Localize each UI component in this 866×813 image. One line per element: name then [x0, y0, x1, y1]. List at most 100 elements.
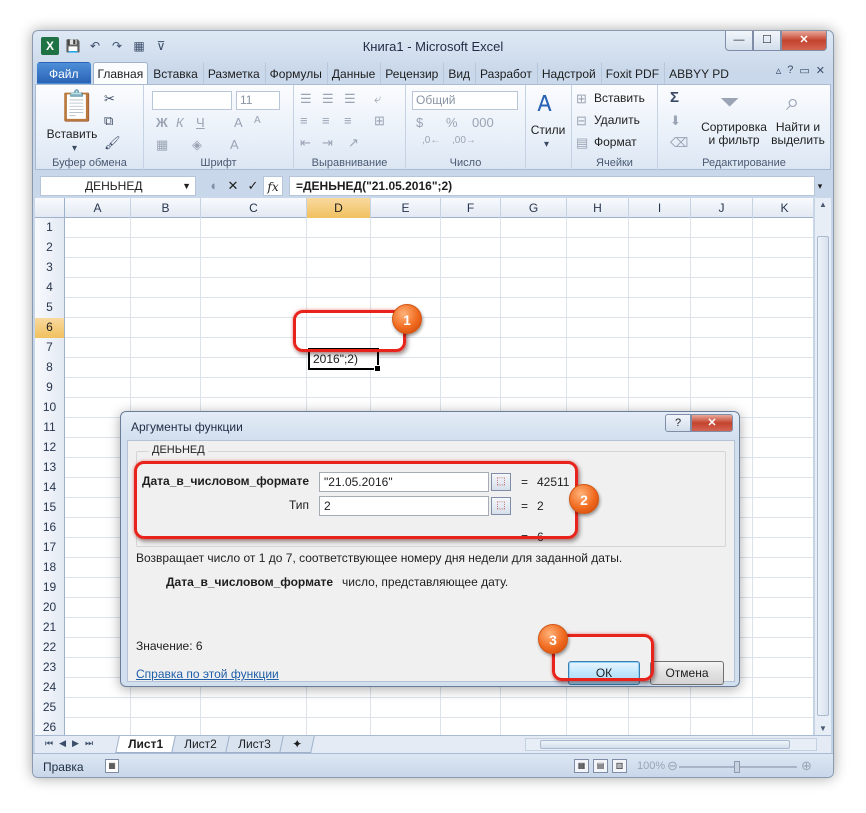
grid-cell[interactable] — [753, 458, 813, 477]
grid-cell[interactable] — [501, 258, 567, 277]
row-header[interactable]: 10 — [35, 398, 65, 418]
function-help-link[interactable]: Справка по этой функции — [136, 667, 279, 681]
grid-cell[interactable] — [629, 698, 691, 717]
grid-cell[interactable] — [201, 278, 307, 297]
insert-function-icon[interactable]: fx — [263, 176, 283, 196]
grid-cell[interactable] — [567, 358, 629, 377]
grid-cell[interactable] — [629, 318, 691, 337]
grid-cell[interactable] — [441, 338, 501, 357]
find-select-icon[interactable]: ⌕ — [786, 89, 799, 117]
grid-cell[interactable] — [753, 318, 813, 337]
grid-cell[interactable] — [753, 518, 813, 537]
italic-icon[interactable]: К — [176, 115, 184, 130]
zoom-slider[interactable] — [679, 761, 797, 773]
grid-cell[interactable] — [501, 318, 567, 337]
grid-cell[interactable] — [753, 638, 813, 657]
currency-icon[interactable]: $ — [416, 115, 423, 130]
tab-view[interactable]: Вид — [443, 62, 475, 84]
collapse-dialog-icon[interactable]: ⬚ — [491, 497, 511, 515]
column-header[interactable]: J — [691, 198, 753, 218]
column-header[interactable]: B — [131, 198, 201, 218]
grid-cell[interactable] — [371, 718, 441, 735]
grid-cell[interactable] — [307, 218, 371, 237]
grid-cell[interactable] — [753, 298, 813, 317]
grid-cell[interactable] — [753, 278, 813, 297]
merge-icon[interactable]: ⊞ — [374, 113, 385, 129]
row-header[interactable]: 2 — [35, 238, 65, 258]
grid-cell[interactable] — [201, 378, 307, 397]
grid-cell[interactable] — [691, 378, 753, 397]
grid-cell[interactable] — [567, 218, 629, 237]
sheet-tab-2[interactable]: Лист2 — [171, 736, 230, 753]
bold-icon[interactable]: Ж — [156, 115, 168, 130]
row-header[interactable]: 1 — [35, 218, 65, 238]
grid-cell[interactable] — [753, 238, 813, 257]
orientation-icon[interactable]: ↗ — [348, 135, 359, 151]
grid-cell[interactable] — [501, 298, 567, 317]
grid-cell[interactable] — [753, 658, 813, 677]
chevron-down-icon[interactable]: ▼ — [182, 177, 191, 195]
row-header[interactable]: 20 — [35, 598, 65, 618]
row-header[interactable]: 21 — [35, 618, 65, 638]
first-sheet-icon[interactable]: ⏮ — [45, 738, 53, 749]
styles-icon[interactable]: Ꭺ — [538, 91, 553, 117]
scroll-down-icon[interactable]: ▼ — [817, 724, 829, 733]
grid-cell[interactable] — [131, 238, 201, 257]
grid-cell[interactable] — [691, 698, 753, 717]
grid-cell[interactable] — [441, 378, 501, 397]
grid-cell[interactable] — [371, 218, 441, 237]
close-workbook-icon[interactable]: ✕ — [816, 64, 825, 77]
enter-icon[interactable]: ✓ — [243, 176, 263, 196]
grid-cell[interactable] — [629, 718, 691, 735]
row-header[interactable]: 26 — [35, 718, 65, 735]
grid-cell[interactable] — [501, 218, 567, 237]
grid-cell[interactable] — [65, 298, 131, 317]
insert-cells-button[interactable]: Вставить — [594, 91, 645, 105]
font-name-combo[interactable] — [152, 91, 232, 110]
format-painter-icon[interactable]: 🖌 — [104, 135, 121, 151]
tab-developer[interactable]: Разработ — [475, 62, 537, 84]
macro-record-icon[interactable]: ▦ — [105, 759, 119, 773]
name-box[interactable]: ДЕНЬНЕД ▼ — [40, 176, 196, 196]
grid-cell[interactable] — [131, 378, 201, 397]
dialog-help-button[interactable]: ? — [665, 414, 691, 432]
sort-filter-button[interactable]: Сортировка и фильтр — [694, 121, 774, 147]
grid-cell[interactable] — [201, 718, 307, 735]
underline-icon[interactable]: Ч — [196, 115, 205, 130]
comma-style-icon[interactable]: 000 — [472, 115, 494, 130]
sort-filter-icon[interactable]: ⏷ — [720, 89, 739, 117]
percent-icon[interactable]: % — [446, 115, 458, 130]
grid-cell[interactable] — [501, 718, 567, 735]
grid-cell[interactable] — [371, 338, 441, 357]
grid-cell[interactable] — [753, 698, 813, 717]
grid-cell[interactable] — [201, 698, 307, 717]
grid-cell[interactable] — [131, 338, 201, 357]
grid-cell[interactable] — [131, 698, 201, 717]
page-break-view-icon[interactable]: ▥ — [612, 759, 627, 773]
grid-cell[interactable] — [691, 218, 753, 237]
grid-cell[interactable] — [753, 618, 813, 637]
grid-cell[interactable] — [441, 298, 501, 317]
grid-cell[interactable] — [307, 378, 371, 397]
grid-cell[interactable] — [371, 358, 441, 377]
grid-cell[interactable] — [201, 238, 307, 257]
grid-cell[interactable] — [629, 338, 691, 357]
grid-cell[interactable] — [691, 278, 753, 297]
column-header[interactable]: K — [753, 198, 813, 218]
cancel-button[interactable]: Отмена — [650, 661, 724, 685]
last-sheet-icon[interactable]: ⏭ — [85, 738, 93, 749]
tab-file[interactable]: Файл — [37, 62, 91, 84]
grid-cell[interactable] — [307, 718, 371, 735]
grid-cell[interactable] — [441, 218, 501, 237]
grid-cell[interactable] — [501, 238, 567, 257]
help-icon[interactable]: ? — [787, 64, 793, 77]
grid-cell[interactable] — [691, 258, 753, 277]
sheet-tab-1[interactable]: Лист1 — [115, 736, 176, 753]
tab-home[interactable]: Главная — [92, 62, 149, 84]
align-left-icon[interactable]: ≡ — [300, 113, 308, 128]
dialog-close-button[interactable]: ✕ — [691, 414, 733, 432]
cancel-icon[interactable]: ✕ — [223, 176, 243, 196]
clear-icon[interactable]: ⌫ — [670, 135, 688, 151]
grid-cell[interactable] — [753, 678, 813, 697]
grid-cell[interactable] — [65, 698, 131, 717]
